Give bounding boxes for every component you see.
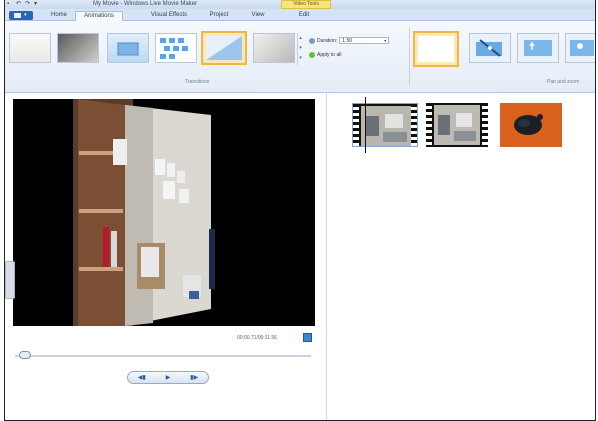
panzoom-pan-up-thumb[interactable] [517,33,559,63]
transitions-group-label: Transitions [185,79,210,85]
transition-dissolve-thumb[interactable] [107,33,149,63]
timecode: 00:00.71/00:11.56 [237,335,277,341]
title-bar: ▪ ↶ ↷ ▾ My Movie - Windows Live Movie Ma… [5,0,595,9]
chevron-down-icon: ▾ [384,38,387,43]
transition-none-thumb[interactable] [9,33,51,63]
duration-select[interactable]: 1.50 ▾ [339,37,390,44]
window-title: My Movie - Windows Live Movie Maker [93,1,198,7]
scroll-up-icon[interactable]: ▴ [298,33,303,43]
preview-pane: 00:00.71/00:11.56 ◀▮ ▶ ▮▶ [5,93,327,420]
transition-fade-thumb[interactable] [253,33,295,63]
transition-selected-thumb[interactable] [201,31,247,65]
tab-project[interactable]: Project [203,11,235,21]
undo-icon[interactable]: ↶ [16,1,21,7]
playhead[interactable] [365,97,366,153]
film-perforation [482,103,488,147]
app-window: ▪ ↶ ↷ ▾ My Movie - Windows Live Movie Ma… [4,0,596,421]
gallery-expand-icon[interactable]: ▾ [298,53,303,63]
panzoom-group-label: Pan and zoom [547,79,580,85]
scroll-down-icon[interactable]: ▾ [298,43,303,53]
film-perforation [411,104,417,146]
seek-track[interactable] [15,355,311,357]
panzoom-automatic-thumb[interactable] [469,33,511,63]
video-tools-context-tab: Video Tools [281,0,331,9]
pane-resize-handle[interactable] [5,261,15,299]
redo-icon[interactable]: ↷ [25,1,30,7]
storyboard-pane [328,93,595,420]
previous-frame-icon[interactable]: ◀▮ [138,374,146,381]
seek-slider-thumb[interactable] [19,351,31,359]
ribbon-tabs: ▾ Home Animations Visual Effects Project… [5,9,595,21]
customize-icon[interactable]: ▾ [34,1,39,7]
play-icon[interactable]: ▶ [166,374,171,381]
clock-icon [309,37,315,44]
video-preview[interactable] [13,99,315,326]
tab-visual-effects[interactable]: Visual Effects [143,11,195,21]
tab-view[interactable]: View [245,11,271,21]
clip-3[interactable] [500,103,562,147]
apply-to-all-button[interactable]: Apply to all [309,52,341,58]
tab-home[interactable]: Home [45,11,73,21]
split-view-button[interactable] [303,333,312,342]
clip-2[interactable] [426,103,488,147]
chevron-down-icon: ▾ [24,12,27,18]
apply-to-all-label: Apply to all [317,52,342,58]
duration-control: Duration: 1.50 ▾ [309,37,390,44]
playback-controls: ◀▮ ▶ ▮▶ [127,371,209,384]
save-icon[interactable]: ▪ [7,1,12,7]
group-divider [409,27,410,85]
tab-animations[interactable]: Animations [75,11,123,21]
transition-mosaic-thumb[interactable] [155,33,197,63]
ribbon-panel: ▴ ▾ ▾ Transitions Duration: 1.50 ▾ Apply… [5,21,595,93]
blank-preview [418,36,454,62]
apply-all-icon [309,52,315,58]
tab-edit[interactable]: Edit [291,11,317,21]
transition-crossfade-thumb[interactable] [57,33,99,63]
film-perforation [353,104,359,146]
clip-1[interactable] [352,103,418,147]
panzoom-zoom-thumb[interactable] [565,33,595,63]
file-menu-button[interactable]: ▾ [9,11,33,20]
quick-access-toolbar: ▪ ↶ ↷ ▾ [7,1,39,7]
next-frame-icon[interactable]: ▮▶ [190,374,198,381]
gallery-scroll[interactable]: ▴ ▾ ▾ [297,33,303,65]
duration-label: Duration: [317,37,338,44]
film-perforation [426,103,432,147]
movie-maker-icon [14,13,21,18]
panzoom-none-thumb[interactable] [413,31,459,67]
